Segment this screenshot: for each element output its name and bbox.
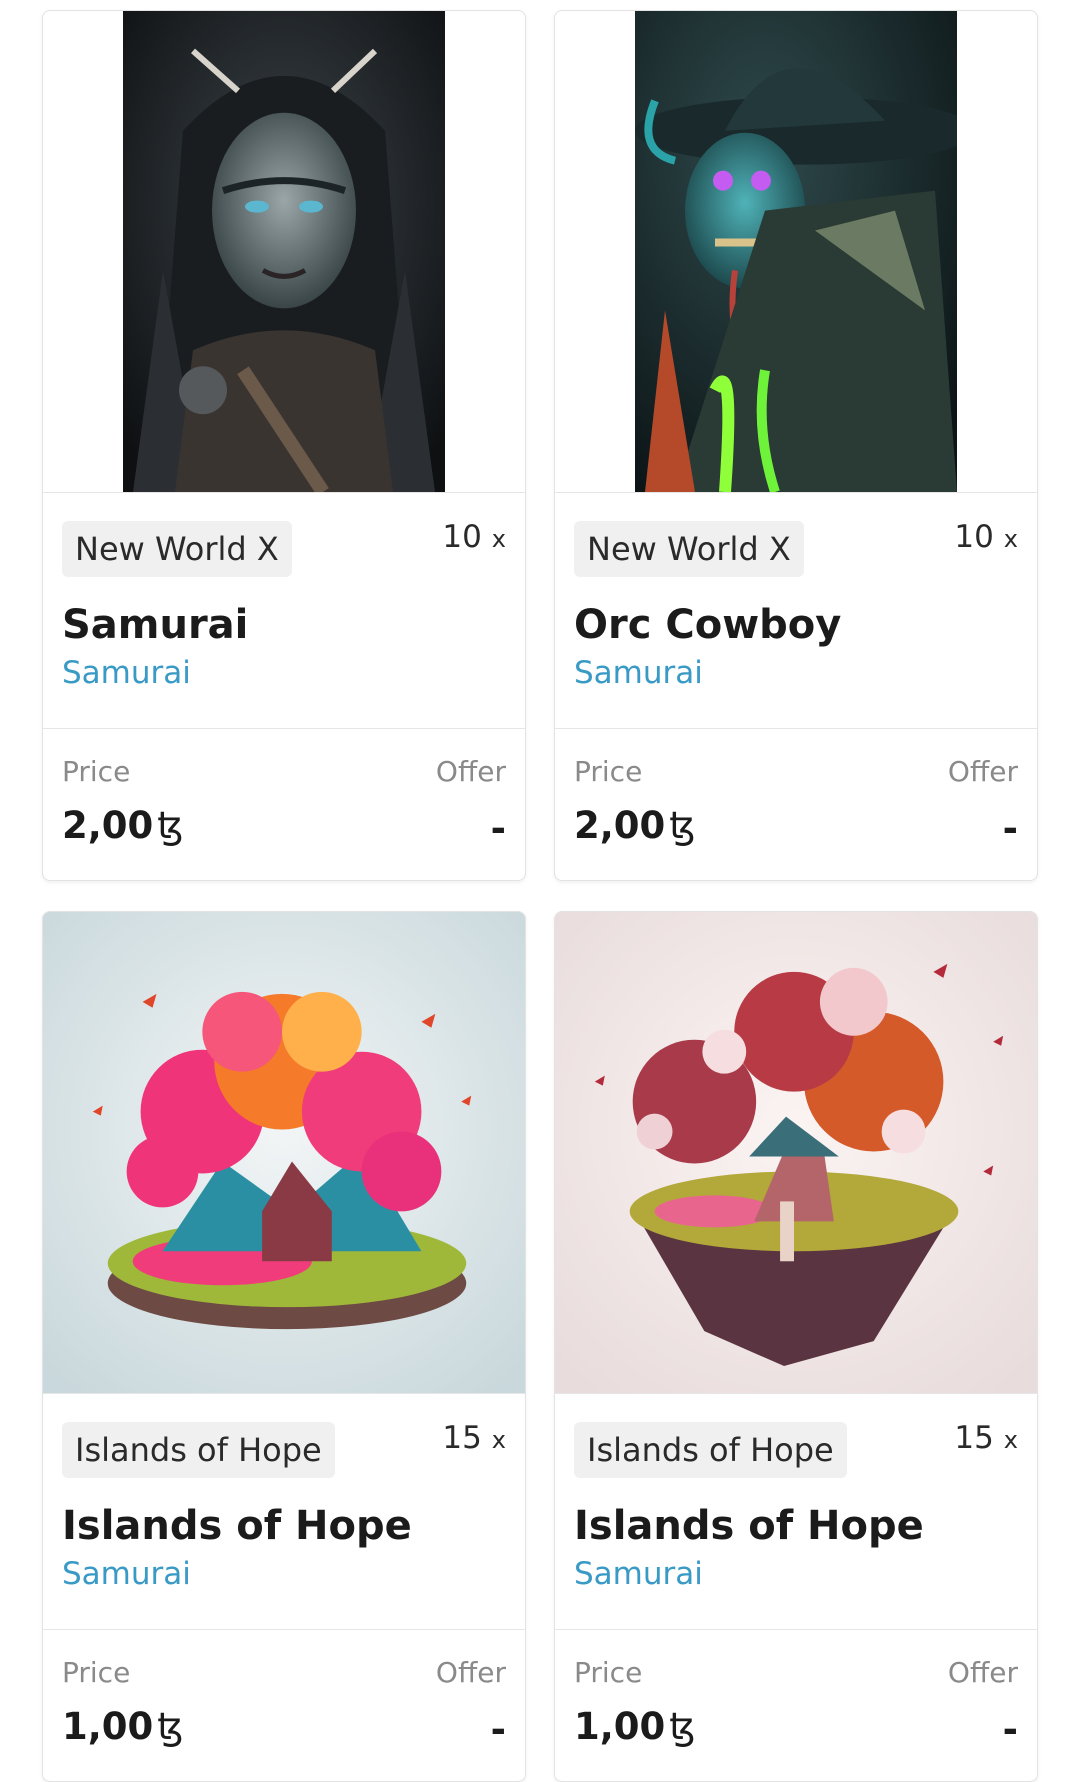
floating-island-artwork-icon xyxy=(555,912,1037,1393)
offer-value: - xyxy=(490,807,506,850)
artist-link[interactable]: Samurai xyxy=(62,651,506,695)
listing-card[interactable]: Islands of Hope 15 x Islands of Hope Samu… xyxy=(42,911,526,1782)
artist-link[interactable]: Samurai xyxy=(62,1552,506,1596)
listing-card[interactable]: Islands of Hope 15 x Islands of Hope Samu… xyxy=(554,911,1038,1782)
offer-value: - xyxy=(1002,807,1018,850)
artist-link[interactable]: Samurai xyxy=(574,651,1018,695)
tez-currency-icon: ꜩ xyxy=(157,1705,184,1748)
price-section: Price Offer 1,00 ꜩ - xyxy=(555,1630,1037,1781)
price-value: 1,00 ꜩ xyxy=(574,1705,696,1748)
collection-tag[interactable]: New World X xyxy=(62,521,292,577)
listing-info: Islands of Hope 15 x Islands of Hope Samu… xyxy=(555,1394,1037,1630)
artist-link[interactable]: Samurai xyxy=(574,1552,1018,1596)
artwork-image[interactable] xyxy=(43,11,525,493)
offer-label: Offer xyxy=(435,1656,506,1689)
collection-tag[interactable]: New World X xyxy=(574,521,804,577)
price-section: Price Offer 2,00 ꜩ - xyxy=(43,729,525,880)
price-value: 2,00 ꜩ xyxy=(574,804,696,847)
edition-count: 15 x xyxy=(954,1420,1018,1456)
listing-info: Islands of Hope 15 x Islands of Hope Samu… xyxy=(43,1394,525,1630)
listing-grid: New World X 10 x Samurai Samurai Price Of… xyxy=(42,10,1038,1782)
edition-count: 15 x xyxy=(442,1420,506,1456)
samurai-artwork-icon xyxy=(123,11,445,492)
listing-info: New World X 10 x Orc Cowboy Samurai xyxy=(555,493,1037,729)
listing-title[interactable]: Samurai xyxy=(62,599,506,651)
offer-value: - xyxy=(1002,1708,1018,1751)
price-value: 1,00 ꜩ xyxy=(62,1705,184,1748)
price-section: Price Offer 2,00 ꜩ - xyxy=(555,729,1037,880)
tez-currency-icon: ꜩ xyxy=(669,1705,696,1748)
edition-count: 10 x xyxy=(954,519,1018,555)
tez-currency-icon: ꜩ xyxy=(669,804,696,847)
floating-island-artwork-icon xyxy=(43,912,525,1393)
collection-tag[interactable]: Islands of Hope xyxy=(62,1422,335,1478)
artwork-image[interactable] xyxy=(555,912,1037,1394)
artwork-image[interactable] xyxy=(555,11,1037,493)
offer-value: - xyxy=(490,1708,506,1751)
offer-label: Offer xyxy=(947,755,1018,788)
offer-label: Offer xyxy=(435,755,506,788)
price-value: 2,00 ꜩ xyxy=(62,804,184,847)
listing-title[interactable]: Islands of Hope xyxy=(62,1500,506,1552)
edition-count: 10 x xyxy=(442,519,506,555)
listing-card[interactable]: New World X 10 x Samurai Samurai Price Of… xyxy=(42,10,526,881)
artwork-image[interactable] xyxy=(43,912,525,1394)
price-section: Price Offer 1,00 ꜩ - xyxy=(43,1630,525,1781)
listing-card[interactable]: New World X 10 x Orc Cowboy Samurai Price… xyxy=(554,10,1038,881)
listing-title[interactable]: Islands of Hope xyxy=(574,1500,1018,1552)
offer-label: Offer xyxy=(947,1656,1018,1689)
listing-title[interactable]: Orc Cowboy xyxy=(574,599,1018,651)
listing-info: New World X 10 x Samurai Samurai xyxy=(43,493,525,729)
collection-tag[interactable]: Islands of Hope xyxy=(574,1422,847,1478)
tez-currency-icon: ꜩ xyxy=(157,804,184,847)
orc-cowboy-artwork-icon xyxy=(635,11,957,492)
